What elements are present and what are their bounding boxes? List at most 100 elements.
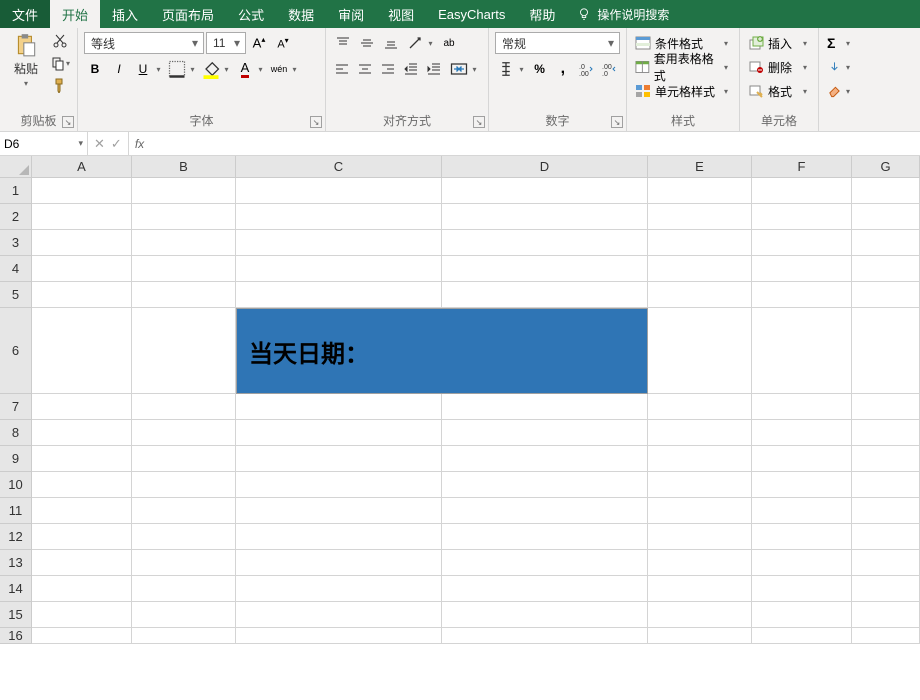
cell[interactable] <box>752 308 852 394</box>
cell[interactable] <box>32 256 132 282</box>
cell[interactable] <box>236 550 442 576</box>
cell[interactable] <box>236 472 442 498</box>
cell[interactable] <box>852 446 920 472</box>
cell[interactable] <box>442 282 648 308</box>
cell[interactable] <box>852 256 920 282</box>
cell[interactable] <box>32 550 132 576</box>
row-header[interactable]: 4 <box>0 256 32 282</box>
column-header[interactable]: D <box>442 156 648 178</box>
autosum-button[interactable]: Σ▾ <box>825 32 855 54</box>
cell[interactable] <box>648 498 752 524</box>
cell[interactable] <box>648 204 752 230</box>
cell[interactable] <box>236 524 442 550</box>
cell[interactable] <box>442 394 648 420</box>
cell[interactable] <box>32 602 132 628</box>
align-right-button[interactable] <box>378 58 399 80</box>
cell[interactable] <box>236 446 442 472</box>
cell[interactable] <box>752 178 852 204</box>
enter-formula-button[interactable]: ✓ <box>111 136 122 152</box>
cell[interactable] <box>442 602 648 628</box>
cell[interactable] <box>648 576 752 602</box>
font-size-combo[interactable]: 11▾ <box>206 32 246 54</box>
cell[interactable] <box>236 420 442 446</box>
row-header[interactable]: 3 <box>0 230 32 256</box>
cell[interactable] <box>648 472 752 498</box>
row-header[interactable]: 8 <box>0 420 32 446</box>
cell[interactable] <box>132 178 236 204</box>
select-all-corner[interactable] <box>0 156 32 178</box>
cell[interactable] <box>132 524 236 550</box>
merge-center-button[interactable]: ▾ <box>446 58 482 80</box>
align-top-button[interactable] <box>332 32 354 54</box>
tab-formulas[interactable]: 公式 <box>226 0 276 28</box>
cell-styles-button[interactable]: 单元格样式▾ <box>633 80 733 102</box>
cell[interactable] <box>32 230 132 256</box>
number-dialog-launcher[interactable] <box>611 116 623 128</box>
cell[interactable] <box>752 394 852 420</box>
row-header[interactable]: 15 <box>0 602 32 628</box>
cell[interactable] <box>852 204 920 230</box>
cell[interactable] <box>32 576 132 602</box>
row-header[interactable]: 16 <box>0 628 32 644</box>
cell[interactable] <box>752 446 852 472</box>
comma-button[interactable]: , <box>552 58 573 80</box>
cell[interactable] <box>32 282 132 308</box>
cell[interactable] <box>648 550 752 576</box>
row-header[interactable]: 5 <box>0 282 32 308</box>
tab-file[interactable]: 文件 <box>0 0 50 28</box>
cell[interactable] <box>442 178 648 204</box>
cell[interactable] <box>442 446 648 472</box>
row-header[interactable]: 1 <box>0 178 32 204</box>
format-painter-button[interactable] <box>50 76 70 94</box>
paste-button[interactable]: 粘贴 ▾ <box>6 32 46 88</box>
increase-font-button[interactable]: A▴ <box>248 32 270 54</box>
cell[interactable] <box>752 282 852 308</box>
row-header[interactable]: 2 <box>0 204 32 230</box>
cell[interactable] <box>648 230 752 256</box>
delete-cells-button[interactable]: 删除▾ <box>746 56 812 78</box>
spreadsheet-grid[interactable]: ABCDEFG 12345678910111213141516 当天日期： <box>0 156 920 700</box>
cell[interactable] <box>752 550 852 576</box>
percent-button[interactable]: % <box>529 58 550 80</box>
row-header[interactable]: 12 <box>0 524 32 550</box>
cell[interactable] <box>752 472 852 498</box>
tab-home[interactable]: 开始 <box>50 0 100 28</box>
italic-button[interactable]: I <box>108 58 130 80</box>
cell[interactable] <box>32 420 132 446</box>
cell[interactable] <box>852 308 920 394</box>
row-header[interactable]: 13 <box>0 550 32 576</box>
align-center-button[interactable] <box>355 58 376 80</box>
cell[interactable] <box>648 446 752 472</box>
cell[interactable] <box>648 394 752 420</box>
cell[interactable] <box>852 602 920 628</box>
cell[interactable] <box>236 628 442 644</box>
cell[interactable] <box>752 498 852 524</box>
font-dialog-launcher[interactable] <box>310 116 322 128</box>
cell[interactable] <box>132 602 236 628</box>
row-header[interactable]: 6 <box>0 308 32 394</box>
row-header[interactable]: 9 <box>0 446 32 472</box>
cell[interactable] <box>442 498 648 524</box>
cell[interactable] <box>648 178 752 204</box>
tab-view[interactable]: 视图 <box>376 0 426 28</box>
cell[interactable] <box>852 472 920 498</box>
column-header[interactable]: A <box>32 156 132 178</box>
cell[interactable] <box>442 420 648 446</box>
cell[interactable] <box>32 178 132 204</box>
cell[interactable] <box>752 204 852 230</box>
cell[interactable] <box>32 446 132 472</box>
accounting-format-button[interactable]: ▾ <box>495 58 527 80</box>
tab-help[interactable]: 帮助 <box>517 0 567 28</box>
merged-cell-date-label[interactable]: 当天日期： <box>236 308 648 394</box>
cell[interactable] <box>32 498 132 524</box>
cell[interactable] <box>442 204 648 230</box>
orientation-button[interactable]: ▾ <box>404 32 436 54</box>
copy-button[interactable]: ▾ <box>50 54 70 72</box>
cell[interactable] <box>852 420 920 446</box>
cell[interactable] <box>32 308 132 394</box>
tab-data[interactable]: 数据 <box>276 0 326 28</box>
cell[interactable] <box>132 576 236 602</box>
cell[interactable] <box>236 230 442 256</box>
alignment-dialog-launcher[interactable] <box>473 116 485 128</box>
cell[interactable] <box>442 472 648 498</box>
